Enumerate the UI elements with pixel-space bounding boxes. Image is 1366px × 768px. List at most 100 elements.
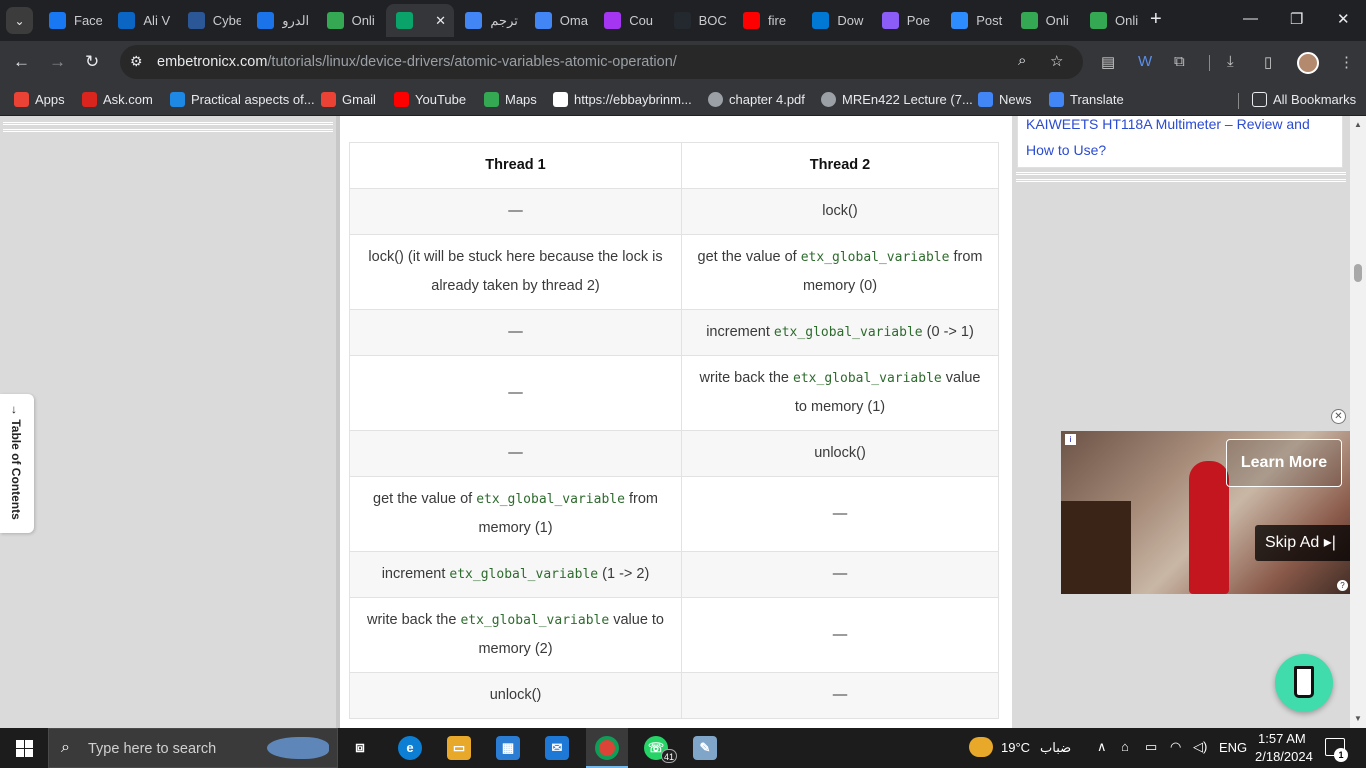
bookmark-item[interactable]: Apps — [14, 92, 65, 107]
browser-tab[interactable]: fire — [733, 4, 801, 37]
tab-close-icon[interactable]: ✕ — [435, 13, 446, 29]
bookmark-item[interactable]: chapter 4.pdf — [708, 92, 805, 107]
bookmark-label: MREn422 Lecture (7... — [842, 92, 973, 107]
browser-tab[interactable]: Ali V — [108, 4, 176, 37]
table-cell: — — [349, 309, 682, 356]
chrome-icon[interactable] — [595, 736, 619, 760]
bookmark-item[interactable]: YouTube — [394, 92, 466, 107]
browser-tab[interactable]: Cybe — [178, 4, 246, 37]
news-icon — [978, 92, 993, 107]
page-scrollbar[interactable]: ▲ ▼ — [1350, 116, 1366, 728]
battery-icon[interactable]: ▭ — [1145, 739, 1157, 755]
browser-tab[interactable]: الدرو — [247, 4, 315, 37]
all-bookmarks-button[interactable]: All Bookmarks — [1252, 92, 1356, 107]
new-tab-button[interactable]: + — [1150, 9, 1162, 29]
taskbar-search-box[interactable]: ⌕ Type here to search — [48, 728, 338, 768]
skip-ad-button[interactable]: Skip Ad ▸| — [1255, 525, 1350, 561]
download-icon[interactable]: ⤓ — [1227, 53, 1234, 70]
microsoft-store-icon[interactable]: ▦ — [496, 736, 520, 760]
header-thread-1: Thread 1 — [349, 142, 682, 189]
scroll-thumb[interactable] — [1354, 264, 1362, 282]
browser-tab[interactable]: Oma — [525, 4, 593, 37]
browser-tab[interactable]: ترجم — [455, 4, 523, 37]
bookmark-item[interactable]: MREn422 Lecture (7... — [821, 92, 973, 107]
weather-temp[interactable]: 19°C — [1001, 740, 1030, 755]
chevron-up-icon[interactable]: ∧ — [1097, 739, 1107, 755]
cell-text: increment — [381, 566, 450, 582]
restore-icon[interactable]: ❐ — [1290, 10, 1303, 28]
clock-date[interactable]: 2/18/2024 — [1255, 749, 1313, 764]
learn-more-button[interactable]: Learn More — [1226, 439, 1342, 487]
tab-title: Post — [976, 13, 1003, 28]
table-cell: lock() — [681, 188, 999, 235]
ad-info-icon[interactable]: i — [1065, 434, 1076, 445]
task-view-icon[interactable]: ⧈ — [348, 736, 372, 760]
bookmark-item[interactable]: Practical aspects of... — [170, 92, 315, 107]
mail-icon[interactable]: ✉ — [545, 736, 569, 760]
bookmark-label: Translate — [1070, 92, 1124, 107]
wifi-icon[interactable]: ◠ — [1170, 739, 1181, 755]
youtube-icon — [394, 92, 409, 107]
tab-title: Poe — [906, 13, 930, 28]
browser-tab[interactable]: Onli — [1080, 4, 1148, 37]
site-info-icon[interactable]: ⚙ — [130, 53, 143, 70]
toc-label: → Table of Contents — [9, 404, 23, 520]
browser-tab[interactable]: Poe — [872, 4, 940, 37]
forward-arrow-icon[interactable]: → — [49, 52, 66, 72]
bookmark-item[interactable]: Maps — [484, 92, 537, 107]
code-variable: etx_global_variable — [460, 613, 610, 628]
ad-close-icon[interactable]: ✕ — [1331, 409, 1346, 424]
buy-coffee-button[interactable] — [1275, 654, 1333, 712]
bookmark-item[interactable]: https://ebbaybrinm... — [553, 92, 692, 107]
browser-tab[interactable]: ✕ — [386, 4, 454, 37]
table-cell: write back the etx_global_variable value… — [681, 355, 999, 431]
bookmark-item[interactable]: Gmail — [321, 92, 376, 107]
weather-fog-icon[interactable] — [969, 737, 993, 757]
browser-tab[interactable]: Face — [39, 4, 107, 37]
language-indicator[interactable]: ENG — [1219, 740, 1247, 755]
browser-tab[interactable]: Dow — [802, 4, 870, 37]
bookmark-star-icon[interactable]: ☆ — [1050, 52, 1063, 70]
notepad-icon[interactable]: ✎ — [693, 736, 717, 760]
zoom-search-icon[interactable]: ⌕ — [1018, 52, 1026, 69]
kebab-menu-icon[interactable]: ⋮ — [1339, 53, 1354, 71]
scroll-up-icon[interactable]: ▲ — [1354, 120, 1362, 129]
extension-word-icon[interactable]: W — [1138, 53, 1152, 70]
video-ad[interactable]: i Learn More Skip Ad ▸| ? — [1061, 431, 1350, 594]
back-arrow-icon[interactable]: ← — [13, 52, 30, 72]
windows-start-icon[interactable] — [16, 740, 33, 757]
reload-icon[interactable]: ↻ — [85, 52, 99, 72]
extension-camera-icon[interactable]: ▤ — [1101, 53, 1115, 71]
thread-table: Thread 1 Thread 2 — lock() lock() (it will… — [349, 142, 999, 719]
ad-help-icon[interactable]: ? — [1337, 580, 1348, 591]
docs-icon — [534, 12, 552, 29]
scroll-down-icon[interactable]: ▼ — [1354, 714, 1362, 723]
file-explorer-icon[interactable]: ▭ — [447, 736, 471, 760]
sidebar-link[interactable]: KAIWEETS HT118A Multimeter – Review and … — [1026, 116, 1310, 158]
bookmark-item[interactable]: Translate — [1049, 92, 1124, 107]
browser-tab[interactable]: Cou — [594, 4, 662, 37]
browser-tab[interactable]: Onli — [317, 4, 385, 37]
url-text[interactable]: embetronicx.com/tutorials/linux/device-d… — [157, 54, 677, 70]
address-bar[interactable]: ⚙ embetronicx.com/tutorials/linux/device… — [120, 45, 1083, 79]
cell-text: — — [832, 566, 848, 582]
network-device-icon[interactable]: ⌂ — [1121, 739, 1129, 754]
bookmark-item[interactable]: News — [978, 92, 1032, 107]
edge-icon[interactable]: e — [398, 736, 422, 760]
clock-time[interactable]: 1:57 AM — [1258, 731, 1306, 746]
browser-tab[interactable]: Onli — [1011, 4, 1079, 37]
minimize-icon[interactable]: — — [1243, 10, 1258, 27]
profile-avatar[interactable] — [1297, 52, 1319, 74]
tab-search-button[interactable]: ⌄ — [6, 7, 33, 34]
close-window-icon[interactable]: ✕ — [1337, 10, 1350, 28]
bookmark-item[interactable]: Ask.com — [82, 92, 153, 107]
browser-tab[interactable]: Post — [941, 4, 1009, 37]
extensions-puzzle-icon[interactable]: ⧉ — [1174, 53, 1185, 70]
page-viewport: Thread 1 Thread 2 — lock() lock() (it will… — [0, 116, 1366, 728]
table-cell: — — [681, 597, 999, 673]
table-of-contents-toggle[interactable]: → Table of Contents — [0, 394, 34, 533]
volume-icon[interactable]: ◁) — [1193, 739, 1207, 755]
weather-desc[interactable]: ضباب — [1040, 740, 1071, 756]
side-panel-icon[interactable]: ▯ — [1264, 53, 1272, 71]
browser-tab[interactable]: BOC — [664, 4, 732, 37]
